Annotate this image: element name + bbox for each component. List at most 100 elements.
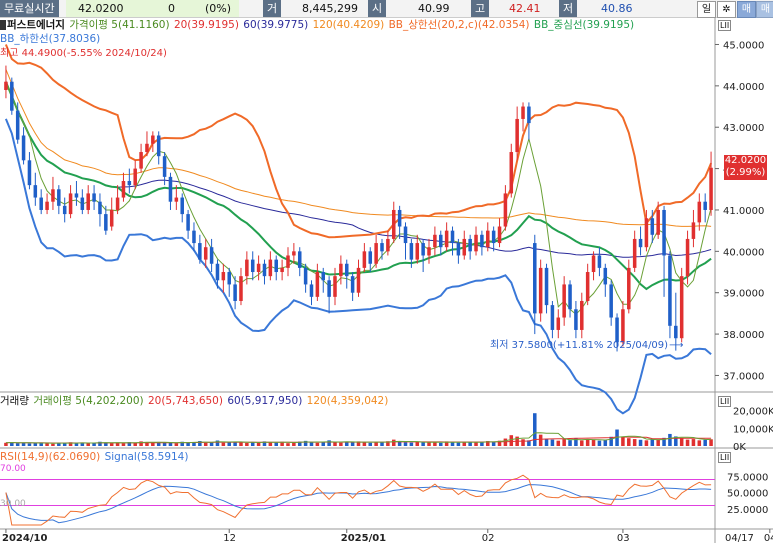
candle-body <box>174 197 179 202</box>
candle-body <box>627 267 631 310</box>
volume-bar <box>333 442 337 446</box>
volume-bar <box>174 443 179 446</box>
volume-bar <box>503 438 508 446</box>
volume-bar <box>627 438 631 446</box>
candle-body <box>15 110 20 140</box>
legend-bb-lower[interactable]: BB_하한선(37.8036) <box>0 33 100 45</box>
volume-bar <box>403 442 408 446</box>
candle-body <box>45 201 49 210</box>
candle-body <box>632 238 637 268</box>
volume-bar <box>368 442 373 446</box>
volume-bar <box>533 413 537 446</box>
candle-body <box>621 309 625 343</box>
current-price-tag-value: 42.0200 <box>724 155 767 166</box>
candle-body <box>533 243 537 314</box>
volume-bar <box>491 441 496 446</box>
rsi-tick-label: 50.0000 <box>727 489 768 500</box>
candle-body <box>497 226 502 244</box>
volume-bar <box>350 442 355 446</box>
legend-vol-ma5[interactable]: 거래이평 5(4,202,200) <box>33 395 143 407</box>
candle-body <box>480 234 484 248</box>
candle-body <box>74 193 79 198</box>
volume-bar <box>51 443 55 446</box>
candle-body <box>280 267 284 273</box>
volume-bar <box>121 443 126 446</box>
legend-signal[interactable]: Signal(58.5914) <box>105 451 189 463</box>
volume-bar <box>256 442 261 446</box>
volume-bar <box>203 442 208 446</box>
candle-body <box>486 230 490 248</box>
candle-body <box>162 156 167 177</box>
candle-body <box>98 201 102 215</box>
candle-body <box>397 209 402 227</box>
candle-body <box>474 234 478 252</box>
candle-body <box>556 317 561 330</box>
volume-bar <box>221 442 226 446</box>
candle-body <box>609 284 613 318</box>
candle-body <box>256 263 261 273</box>
legend-bb-mid[interactable]: BB_중심선(39.9195) <box>534 19 634 31</box>
candle-body <box>585 272 590 301</box>
candle-body <box>68 193 73 215</box>
rsi-tick-label: 75.0000 <box>727 472 768 483</box>
candle-body <box>574 309 578 330</box>
candle-body <box>503 193 508 227</box>
candle-body <box>444 230 449 248</box>
candle-body <box>656 209 660 235</box>
legend-vol-ma60[interactable]: 60(5,917,950) <box>227 395 302 407</box>
candle-body <box>139 152 143 169</box>
stock-name: 퍼스트에너지 <box>7 19 65 31</box>
candle-body <box>550 305 555 330</box>
candle-body <box>544 267 549 306</box>
volume-bar <box>544 438 549 446</box>
legend-vol-ma20[interactable]: 20(5,743,650) <box>148 395 223 407</box>
candle-body <box>109 209 114 227</box>
volume-panel-button[interactable]: LII <box>718 396 732 407</box>
price-panel-button[interactable]: LII <box>718 20 732 31</box>
candle-body <box>303 267 308 285</box>
candle-body <box>415 243 420 260</box>
candle-body <box>709 167 713 210</box>
y-tick-label: 44.0000 <box>723 82 764 93</box>
candle-body <box>368 251 373 264</box>
legend-ma20[interactable]: 20(39.9195) <box>174 19 239 31</box>
volume-bar <box>74 443 79 446</box>
volume-bar <box>638 439 643 446</box>
candle-body <box>292 251 296 256</box>
x-tick-label: 12 <box>223 533 236 543</box>
candle-body <box>615 317 619 343</box>
legend-rsi[interactable]: RSI(14,9)(62.0690) <box>0 451 100 463</box>
candle-body <box>509 152 514 194</box>
volume-bar <box>632 439 637 446</box>
rsi-panel-button[interactable]: LII <box>718 452 732 463</box>
volume-bar <box>409 442 414 446</box>
volume-bar <box>391 439 396 446</box>
legend-ma5[interactable]: 가격이평 5(41.1160) <box>69 19 169 31</box>
last-date-label: 04/17 <box>725 533 754 543</box>
candle-body <box>521 106 525 119</box>
candle-body <box>668 255 672 326</box>
volume-bar <box>286 443 290 446</box>
legend-bb-upper[interactable]: BB_상한선(20,2,c)(42.0354) <box>389 19 530 31</box>
candle-body <box>456 243 461 256</box>
legend-ma60[interactable]: 60(39.9775) <box>243 19 308 31</box>
candle-body <box>286 255 290 268</box>
candle-body <box>27 160 32 186</box>
candle-body <box>156 135 161 157</box>
rsi-lower-band-label: 30.00 <box>0 499 26 509</box>
candle-body <box>192 230 196 244</box>
candle-body <box>245 259 249 277</box>
candle-body <box>321 272 326 281</box>
y-tick-label: 43.0000 <box>723 123 764 134</box>
volume-bar <box>691 439 696 446</box>
candle-body <box>433 234 437 248</box>
legend-ma120[interactable]: 120(40.4209) <box>313 19 385 31</box>
candle-body <box>674 325 678 339</box>
volume-bar <box>45 443 49 446</box>
legend-vol-ma120[interactable]: 120(4,359,042) <box>307 395 389 407</box>
volume-bar <box>233 442 237 446</box>
candle-body <box>344 263 349 277</box>
candle-body <box>421 243 425 256</box>
candle-body <box>691 222 696 239</box>
candle-body <box>527 106 531 124</box>
